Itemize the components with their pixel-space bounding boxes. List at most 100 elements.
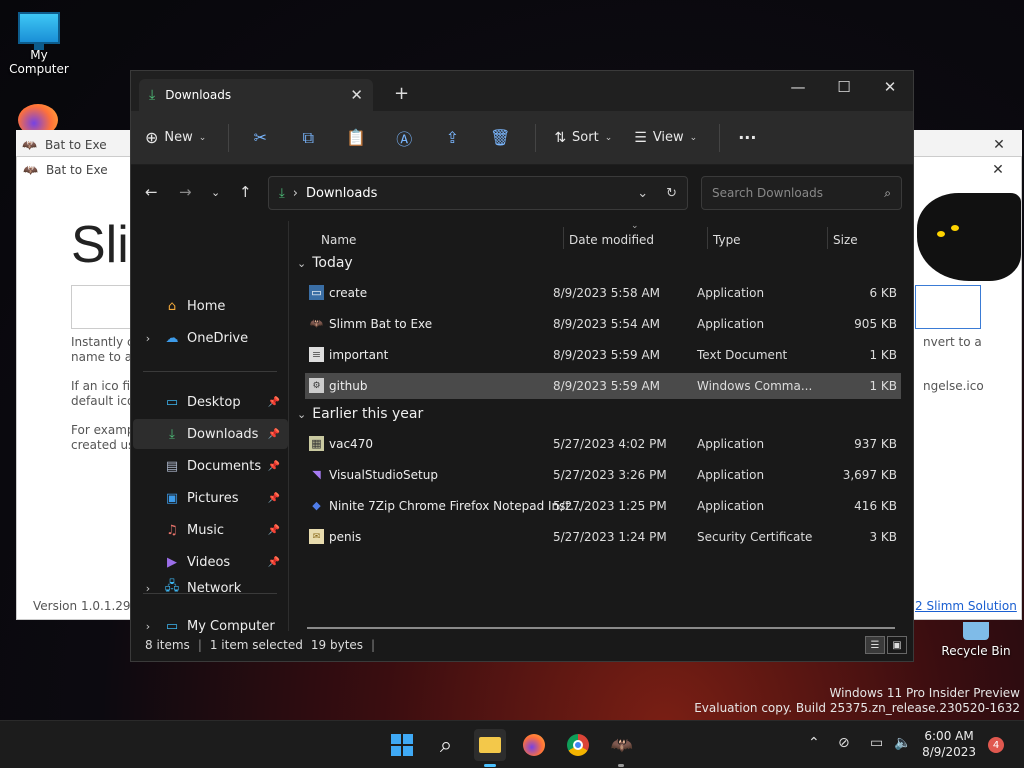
tiles-view-icon[interactable]: ▣ [887,636,907,654]
file-date: 5/27/2023 1:25 PM [553,499,667,513]
file-row[interactable]: ▦ vac470 5/27/2023 4:02 PM Application 9… [305,431,901,457]
group-header-today[interactable]: ⌄ Today [297,255,353,271]
display-icon[interactable]: ▭ [870,735,883,751]
cut-button[interactable]: ✂ [247,128,273,147]
file-list: Name Date modified ⌄ Type Size ⌄ Today ▭… [291,221,913,631]
details-view-icon[interactable]: ☰ [865,636,885,654]
notification-badge[interactable]: 4 [988,737,1004,753]
file-date: 5/27/2023 1:24 PM [553,530,667,544]
expand-chevron-icon[interactable]: › [133,582,163,595]
sidebar-item-network[interactable]: › 🖧 Network [133,573,288,603]
sidebar-item-home[interactable]: ⌂ Home [133,291,288,321]
recent-chevron-icon[interactable]: ⌄ [211,186,220,199]
explorer-titlebar[interactable]: ⤓ Downloads ✕ + — ☐ ✕ [131,71,913,111]
sidebar-item-onedrive[interactable]: › ☁ OneDrive [133,323,288,353]
close-icon[interactable]: ✕ [867,71,913,103]
taskbar-firefox[interactable] [518,729,550,761]
file-row[interactable]: ≡ important 8/9/2023 5:59 AM Text Docume… [305,342,901,368]
file-row[interactable]: ◆ Ninite 7Zip Chrome Firefox Notepad Ins… [305,493,901,519]
input-box-right[interactable] [915,285,981,329]
sidebar-item-label: Desktop [187,394,241,410]
file-name: VisualStudioSetup [329,468,438,482]
status-selected: 1 item selected [209,638,303,652]
paste-button[interactable]: 📋 [343,128,369,147]
status-divider: | [197,638,202,652]
column-type[interactable]: Type [713,233,741,247]
navigation-pane: ⌂ Home › ☁ OneDrive ▭ Desktop 📌 ⤓ Downloa… [131,221,289,634]
rename-button[interactable]: Ⓐ [391,126,417,150]
search-icon[interactable]: ⌕ [884,186,891,201]
sidebar-item-documents[interactable]: ▤ Documents 📌 [133,451,288,481]
file-size: 3,697 KB [842,468,897,482]
taskbar-clock[interactable]: 6:00 AM 8/9/2023 [922,728,976,760]
tray-overflow-icon[interactable]: ⌃ [808,735,820,751]
desktop-icon-my-computer[interactable]: My Computer [2,12,76,76]
tab-close-icon[interactable]: ✕ [350,86,363,104]
file-row[interactable]: 🦇 Slimm Bat to Exe 8/9/2023 5:54 AM Appl… [305,311,901,337]
start-button[interactable] [386,729,418,761]
search-button[interactable]: ⌕ [430,729,462,761]
new-label: New [164,130,193,145]
new-tab-icon[interactable]: + [394,83,409,104]
toolbar-separator [228,123,230,152]
taskbar-bat-to-exe[interactable]: 🦇 [606,729,638,761]
sidebar-item-label: Home [187,298,226,314]
expand-chevron-icon[interactable]: › [133,332,163,345]
file-row[interactable]: ◥ VisualStudioSetup 5/27/2023 3:26 PM Ap… [305,462,901,488]
chevron-down-icon: ⌄ [689,132,698,143]
column-divider [563,227,564,249]
column-name[interactable]: Name [321,233,356,247]
volume-icon[interactable]: 🔈 [894,735,911,751]
file-type: Text Document [697,348,788,362]
pin-icon[interactable]: 📌 [268,429,280,440]
network-offline-icon[interactable]: ⊘ [838,735,850,751]
close-icon[interactable]: ✕ [975,162,1021,178]
minimize-icon[interactable]: — [775,71,821,103]
copy-button[interactable]: ⧉ [295,128,321,148]
file-row[interactable]: ✉ penis 5/27/2023 1:24 PM Security Certi… [305,524,901,550]
address-bar[interactable]: ⤓ › Downloads ⌄ ↻ [268,176,688,210]
sidebar-item-downloads[interactable]: ⤓ Downloads 📌 [133,419,288,449]
close-icon[interactable]: ✕ [976,137,1022,153]
more-options-button[interactable]: ··· [738,128,756,147]
file-row-selected[interactable]: ⚙ github 8/9/2023 5:59 AM Windows Comma.… [305,373,901,399]
desktop-icon-recycle-bin[interactable]: Recycle Bin [940,622,1012,658]
desktop-icon-label: Recycle Bin [941,644,1011,658]
chevron-down-icon[interactable]: ⌄ [637,186,648,201]
file-explorer-window[interactable]: ⤓ Downloads ✕ + — ☐ ✕ ⊕ New ⌄ ✂ ⧉ 📋 Ⓐ ⇪ … [130,70,914,662]
column-date[interactable]: Date modified [569,233,654,247]
sidebar-item-music[interactable]: ♫ Music 📌 [133,515,288,545]
slimm-solution-link[interactable]: 2 Slimm Solution [915,599,1017,613]
taskbar-file-explorer[interactable] [474,729,506,761]
refresh-icon[interactable]: ↻ [666,186,677,201]
navigation-bar: ← → ⌄ ↑ ⤓ › Downloads ⌄ ↻ Search Downloa… [131,165,913,221]
back-arrow-icon[interactable]: ← [145,183,158,201]
file-row[interactable]: ▭ create 8/9/2023 5:58 AM Application 6 … [305,280,901,306]
share-button[interactable]: ⇪ [439,128,465,147]
column-size[interactable]: Size [833,233,858,247]
breadcrumb-downloads[interactable]: Downloads [306,186,377,201]
pin-icon[interactable]: 📌 [268,493,280,504]
search-icon: ⌕ [439,732,453,758]
new-button[interactable]: ⊕ New ⌄ [145,128,206,147]
sidebar-divider [143,371,277,372]
sidebar-item-desktop[interactable]: ▭ Desktop 📌 [133,387,288,417]
tab-downloads[interactable]: ⤓ Downloads ✕ [139,79,373,111]
pin-icon[interactable]: 📌 [268,525,280,536]
pin-icon[interactable]: 📌 [268,461,280,472]
search-input[interactable]: Search Downloads ⌕ [701,176,902,210]
forward-arrow-icon[interactable]: → [179,183,192,201]
up-arrow-icon[interactable]: ↑ [239,183,252,201]
maximize-icon[interactable]: ☐ [821,71,867,103]
group-header-earlier[interactable]: ⌄ Earlier this year [297,406,423,422]
taskbar-chrome[interactable] [562,729,594,761]
sort-icon: ⇅ [554,129,567,146]
view-button[interactable]: ☰ View ⌄ [634,130,697,146]
pin-icon[interactable]: 📌 [268,557,280,568]
sidebar-item-pictures[interactable]: ▣ Pictures 📌 [133,483,288,513]
pin-icon[interactable]: 📌 [268,397,280,408]
application-icon: ▭ [309,285,324,300]
delete-button[interactable]: 🗑 [487,128,513,147]
chevron-down-icon: ⌄ [198,132,207,143]
sort-button[interactable]: ⇅ Sort ⌄ [554,130,612,146]
